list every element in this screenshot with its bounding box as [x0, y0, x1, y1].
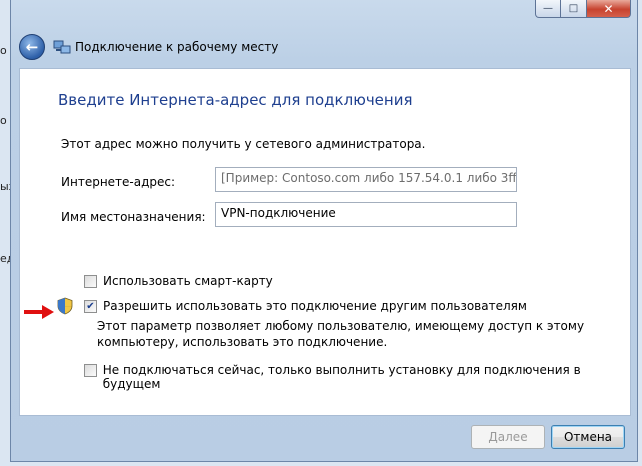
red-arrow-icon — [24, 305, 54, 319]
window-title: Подключение к рабочему месту — [75, 40, 279, 54]
allow-others-description: Этот параметр позволяет любому пользоват… — [97, 318, 584, 350]
allow-others-checkbox[interactable]: ✔ — [84, 300, 97, 313]
close-button[interactable]: ✕ — [587, 0, 631, 18]
uac-shield-icon — [57, 297, 73, 315]
allow-others-description-line: Этот параметр позволяет любому пользоват… — [97, 319, 585, 333]
cancel-button[interactable]: Отмена — [551, 425, 625, 449]
allow-others-description-line: компьютеру, использовать это подключение… — [97, 335, 388, 349]
back-arrow-icon: ← — [25, 38, 39, 56]
info-text: Этот адрес можно получить у сетевого адм… — [61, 137, 426, 151]
allow-others-option[interactable]: ✔ Разрешить использовать это подключение… — [84, 299, 527, 313]
dont-connect-label: Не подключаться сейчас, только выполнить… — [102, 363, 581, 391]
internet-address-label: Интернете-адрес: — [61, 175, 176, 189]
minimize-button[interactable]: — — [535, 0, 561, 18]
maximize-button[interactable]: □ — [561, 0, 587, 18]
caption-buttons: — □ ✕ — [535, 0, 631, 18]
dont-connect-option[interactable]: Не подключаться сейчас, только выполнить… — [84, 363, 630, 391]
internet-address-input[interactable]: [Пример: Contoso.com либо 157.54.0.1 либ… — [215, 167, 517, 192]
next-button[interactable]: Далее — [471, 425, 545, 449]
smart-card-checkbox[interactable] — [84, 275, 97, 288]
wizard-window: — □ ✕ ← Подключение к рабочему месту Вве… — [10, 0, 638, 462]
network-icon — [53, 40, 71, 54]
smart-card-label: Использовать смарт-карту — [103, 274, 273, 288]
destination-name-label: Имя местоназначения: — [61, 210, 206, 224]
destination-name-input[interactable]: VPN-подключение — [215, 202, 517, 227]
wizard-footer: Далее Отмена — [19, 420, 631, 460]
page-heading: Введите Интернета-адрес для подключения — [58, 91, 413, 109]
dont-connect-checkbox[interactable] — [84, 364, 97, 377]
back-button[interactable]: ← — [19, 34, 45, 60]
allow-others-label: Разрешить использовать это подключение д… — [103, 299, 527, 313]
smart-card-option[interactable]: Использовать смарт-карту — [84, 274, 273, 288]
wizard-content: Введите Интернета-адрес для подключения … — [19, 68, 631, 416]
